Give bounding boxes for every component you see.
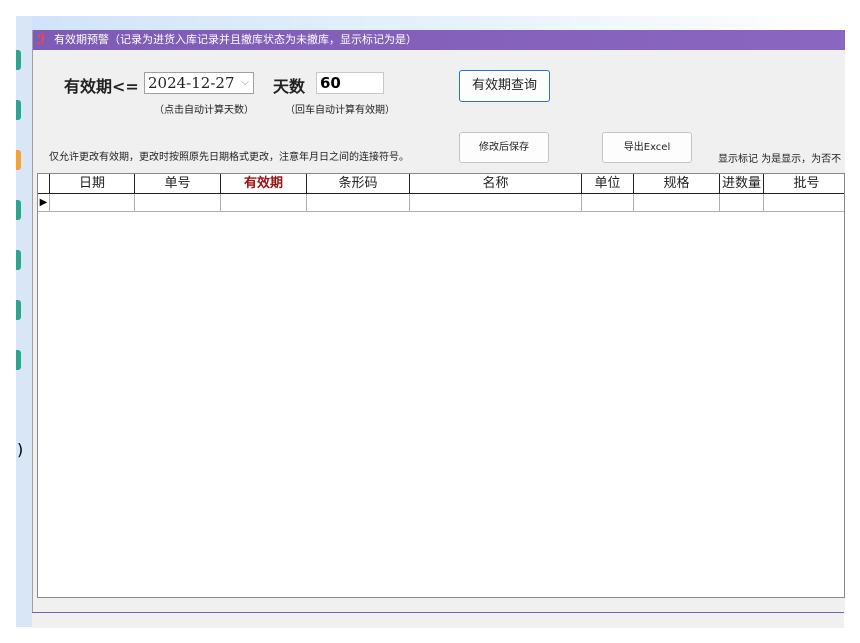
- cell-name[interactable]: [410, 194, 582, 211]
- side-paren: ): [17, 440, 24, 459]
- cell-spec[interactable]: [634, 194, 720, 211]
- expiry-label: 有效期<=: [64, 77, 139, 96]
- cell-order-no[interactable]: [135, 194, 221, 211]
- column-header-expiry[interactable]: 有效期: [221, 174, 307, 193]
- date-hint: （点击自动计算天数）: [154, 105, 254, 116]
- status-bar: [32, 612, 844, 628]
- expiry-query-button[interactable]: 有效期查询: [459, 70, 550, 102]
- column-header-barcode[interactable]: 条形码: [307, 174, 410, 193]
- side-tab-marker[interactable]: [16, 200, 21, 220]
- side-tab-marker[interactable]: [16, 100, 21, 120]
- column-header-spec[interactable]: 规格: [634, 174, 720, 193]
- column-header-quantity[interactable]: 进数量: [720, 174, 764, 193]
- cell-barcode[interactable]: [307, 194, 410, 211]
- cell-unit[interactable]: [582, 194, 634, 211]
- side-tab-marker[interactable]: [16, 250, 21, 270]
- display-flag-note: 显示标记 为是显示，为否不: [718, 154, 842, 165]
- column-header-unit[interactable]: 单位: [582, 174, 634, 193]
- title-bar: ℐ 有效期预警（记录为进货入库记录并且撤库状态为未撤库，显示标记为是）: [33, 30, 845, 50]
- side-tab-marker[interactable]: [16, 350, 21, 370]
- cell-quantity[interactable]: [720, 194, 764, 211]
- expiry-date-picker[interactable]: 2024-12-27 ⌵: [144, 72, 254, 94]
- column-header-order-no[interactable]: 单号: [135, 174, 221, 193]
- expiry-warning-window: ℐ 有效期预警（记录为进货入库记录并且撤库状态为未撤库，显示标记为是） 有效期<…: [32, 30, 845, 612]
- save-changes-button[interactable]: 修改后保存: [459, 132, 549, 163]
- chevron-down-icon[interactable]: ⌵: [241, 73, 249, 93]
- grid-header: 日期 单号 有效期 条形码 名称 单位 规格 进数量 批号 货: [38, 174, 844, 194]
- expiry-data-grid[interactable]: 日期 单号 有效期 条形码 名称 单位 规格 进数量 批号 货 ▶: [37, 173, 845, 598]
- column-header-date[interactable]: 日期: [50, 174, 135, 193]
- expiry-date-value: 2024-12-27: [148, 74, 235, 92]
- cell-expiry[interactable]: [221, 194, 307, 211]
- days-hint: （回车自动计算有效期）: [285, 105, 395, 116]
- table-row[interactable]: ▶: [38, 194, 844, 212]
- side-tab-marker-active[interactable]: [16, 150, 21, 170]
- column-header-batch-no[interactable]: 批号: [764, 174, 844, 193]
- export-excel-button[interactable]: 导出Excel: [602, 132, 692, 163]
- edit-note: 仅允许更改有效期，更改时按照原先日期格式更改，注意年月日之间的连接符号。: [49, 152, 409, 163]
- side-tab-marker[interactable]: [16, 300, 21, 320]
- window-title: 有效期预警（记录为进货入库记录并且撤库状态为未撤库，显示标记为是）: [54, 33, 417, 46]
- cell-date[interactable]: [50, 194, 135, 211]
- cell-batch-no[interactable]: [764, 194, 844, 211]
- side-tab-marker[interactable]: [16, 50, 21, 70]
- window-top-glow: [32, 16, 844, 30]
- row-header-corner: [38, 174, 50, 193]
- days-input[interactable]: 60: [316, 72, 384, 94]
- row-selector-icon[interactable]: ▶: [38, 194, 50, 211]
- column-header-name[interactable]: 名称: [410, 174, 582, 193]
- app-logo-icon: ℐ: [37, 32, 46, 48]
- days-label: 天数: [273, 77, 306, 96]
